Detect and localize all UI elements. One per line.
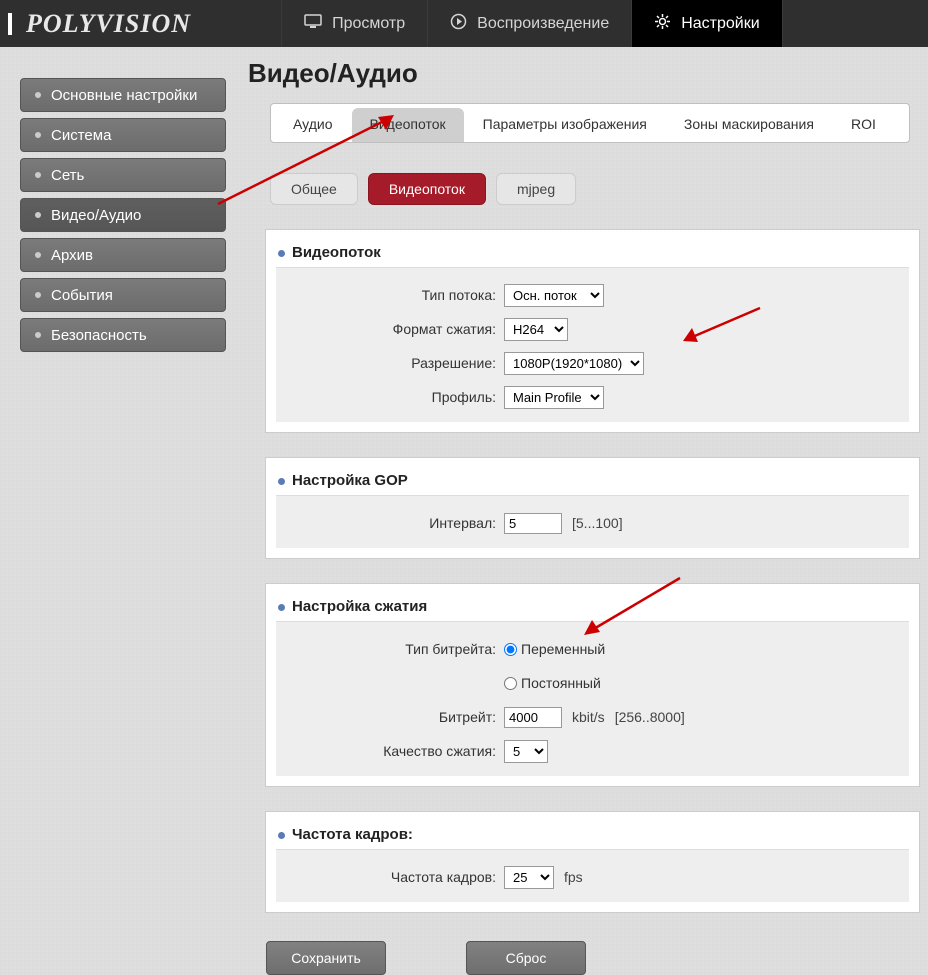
sidebar: Основные настройки Система Сеть Видео/Ау… xyxy=(20,78,226,358)
sidebar-item-archive[interactable]: Архив xyxy=(20,238,226,272)
button-row: Сохранить Сброс xyxy=(266,941,920,975)
panel-fps: Частота кадров: Частота кадров:25fps xyxy=(265,811,920,913)
panel-gop: Настройка GOP Интервал: [5...100] xyxy=(265,457,920,559)
sidebar-item-security[interactable]: Безопасность xyxy=(20,318,226,352)
bitrate-constant-label: Постоянный xyxy=(521,675,601,691)
stream-type-label: Тип потока: xyxy=(284,287,504,303)
save-button[interactable]: Сохранить xyxy=(266,941,386,975)
monitor-icon xyxy=(304,14,322,34)
panel-heading: Частота кадров: xyxy=(276,826,909,843)
topnav-settings[interactable]: Настройки xyxy=(632,0,782,47)
panel-compression: Настройка сжатия Тип битрейта: Переменный… xyxy=(265,583,920,787)
sidebar-item-video-audio[interactable]: Видео/Аудио xyxy=(20,198,226,232)
profile-label: Профиль: xyxy=(284,389,504,405)
bitrate-type-label: Тип битрейта: xyxy=(284,641,504,657)
panel-heading: Видеопоток xyxy=(276,244,909,261)
topnav-label: Воспроизведение xyxy=(477,15,609,33)
bitrate-hint: [256..8000] xyxy=(615,709,685,725)
sidebar-item-network[interactable]: Сеть xyxy=(20,158,226,192)
quality-select[interactable]: 5 xyxy=(504,740,548,763)
panel-stream: Видеопоток Тип потока:Осн. поток Формат … xyxy=(265,229,920,433)
sidebar-item-system[interactable]: Система xyxy=(20,118,226,152)
subtab-mjpeg[interactable]: mjpeg xyxy=(496,173,576,205)
bitrate-unit: kbit/s xyxy=(572,709,605,725)
stream-type-select[interactable]: Осн. поток xyxy=(504,284,604,307)
bitrate-constant-radio[interactable] xyxy=(504,677,517,690)
subtabs: Общее Видеопоток mjpeg xyxy=(270,173,920,205)
bitrate-input[interactable] xyxy=(504,707,562,728)
tab-image-params[interactable]: Параметры изображения xyxy=(465,108,665,142)
topbar: POLYVISION Просмотр Воспроизведение Наст… xyxy=(0,0,928,47)
panel-heading: Настройка сжатия xyxy=(276,598,909,615)
gear-icon xyxy=(654,13,671,35)
topnav: Просмотр Воспроизведение Настройки xyxy=(281,0,783,47)
reset-button[interactable]: Сброс xyxy=(466,941,586,975)
subtab-general[interactable]: Общее xyxy=(270,173,358,205)
interval-hint: [5...100] xyxy=(572,515,623,531)
bitrate-variable-radio[interactable] xyxy=(504,643,517,656)
bitrate-variable-label: Переменный xyxy=(521,641,605,657)
profile-select[interactable]: Main Profile xyxy=(504,386,604,409)
tab-roi[interactable]: ROI xyxy=(833,108,894,142)
subtab-videostream[interactable]: Видеопоток xyxy=(368,173,486,205)
fps-unit: fps xyxy=(564,869,583,885)
bitrate-label: Битрейт: xyxy=(284,709,504,725)
compression-format-select[interactable]: H264 xyxy=(504,318,568,341)
fps-select[interactable]: 25 xyxy=(504,866,554,889)
quality-label: Качество сжатия: xyxy=(284,743,504,759)
page-title: Видео/Аудио xyxy=(248,58,920,89)
divider xyxy=(8,13,12,35)
resolution-select[interactable]: 1080P(1920*1080) xyxy=(504,352,644,375)
play-icon xyxy=(450,13,467,35)
tab-videostream[interactable]: Видеопоток xyxy=(352,108,464,142)
tabs: Аудио Видеопоток Параметры изображения З… xyxy=(270,103,910,143)
topnav-view[interactable]: Просмотр xyxy=(281,0,428,47)
logo: POLYVISION xyxy=(26,9,191,39)
interval-label: Интервал: xyxy=(284,515,504,531)
resolution-label: Разрешение: xyxy=(284,355,504,371)
tab-mask-zones[interactable]: Зоны маскирования xyxy=(666,108,832,142)
main: Видео/Аудио Аудио Видеопоток Параметры и… xyxy=(240,50,920,975)
topnav-label: Просмотр xyxy=(332,15,405,33)
interval-input[interactable] xyxy=(504,513,562,534)
topnav-label: Настройки xyxy=(681,15,759,33)
topnav-play[interactable]: Воспроизведение xyxy=(428,0,632,47)
panel-heading: Настройка GOP xyxy=(276,472,909,489)
compression-format-label: Формат сжатия: xyxy=(284,321,504,337)
sidebar-item-events[interactable]: События xyxy=(20,278,226,312)
fps-label: Частота кадров: xyxy=(284,869,504,885)
tab-audio[interactable]: Аудио xyxy=(275,108,351,142)
sidebar-item-basic[interactable]: Основные настройки xyxy=(20,78,226,112)
